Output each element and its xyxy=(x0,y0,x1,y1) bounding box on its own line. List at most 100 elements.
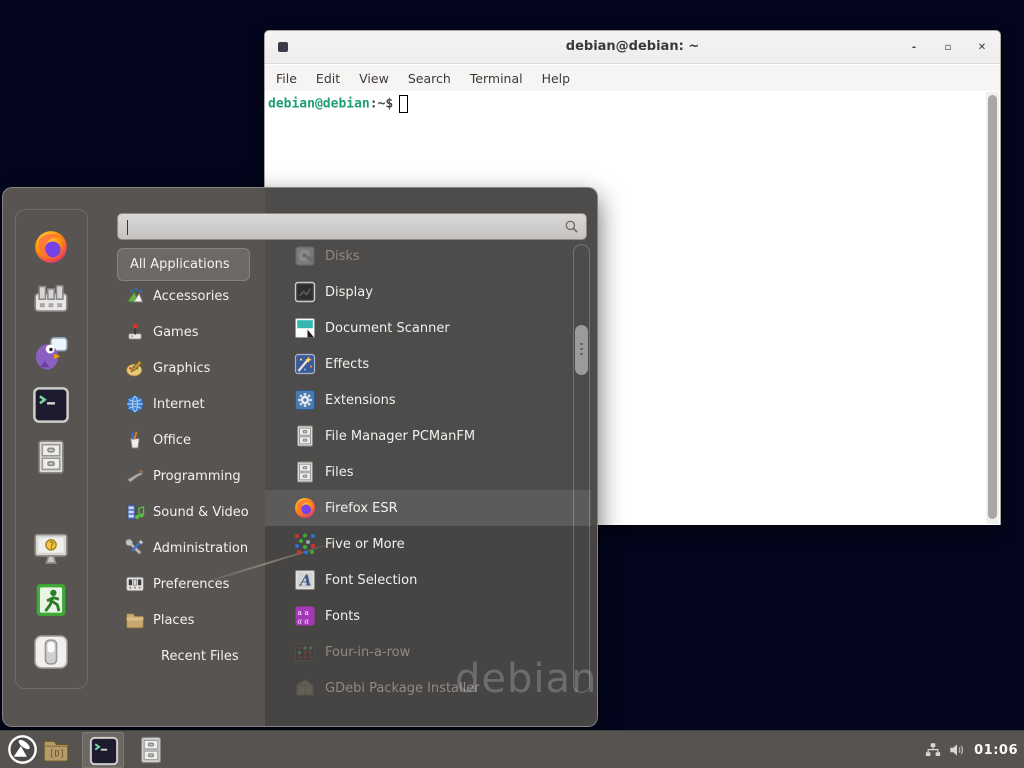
sound-video-icon xyxy=(125,502,145,522)
minimize-button[interactable]: - xyxy=(908,42,920,53)
category-sound-video[interactable]: Sound & Video xyxy=(115,494,267,530)
menu-help[interactable]: Help xyxy=(542,71,571,86)
window-controls: - ▫ ✕ xyxy=(908,31,988,64)
accessories-icon xyxy=(125,286,145,306)
app-item-file-manager-pcmanfm[interactable]: File Manager PCManFM xyxy=(265,418,591,454)
menu-edit[interactable]: Edit xyxy=(316,71,340,86)
clock[interactable]: 01:06 xyxy=(972,743,1020,758)
office-icon xyxy=(125,430,145,450)
close-button[interactable]: ✕ xyxy=(976,42,988,53)
search-caret xyxy=(127,220,128,235)
terminal-scrollbar-thumb[interactable] xyxy=(988,95,997,519)
file-manager-icon xyxy=(293,424,317,448)
system-tray: 01:06 xyxy=(924,731,1020,768)
firefox-icon xyxy=(293,496,317,520)
favorite-firefox-icon[interactable] xyxy=(32,228,70,266)
category-preferences[interactable]: Preferences xyxy=(115,566,267,602)
menu-search[interactable]: Search xyxy=(408,71,451,86)
maximize-button[interactable]: ▫ xyxy=(942,42,954,53)
application-menu: ? All Applications Accessories Games Gra… xyxy=(2,187,598,727)
four-in-a-row-icon xyxy=(293,640,317,664)
administration-icon xyxy=(125,538,145,558)
category-graphics[interactable]: Graphics xyxy=(115,350,267,386)
app-item-font-selection[interactable]: AFont Selection xyxy=(265,562,591,598)
app-item-gdebi-package-installer[interactable]: GDebi Package Installer xyxy=(265,670,591,706)
taskbar-terminal-icon xyxy=(89,736,119,766)
category-recent-files[interactable]: Recent Files xyxy=(115,638,267,674)
prompt-suffix: :~$ xyxy=(370,97,393,112)
favorite-control-center-icon[interactable] xyxy=(32,281,70,319)
terminal-titlebar[interactable]: debian@debian: ~ - ▫ ✕ xyxy=(265,31,1000,64)
application-list-scrollbar[interactable] xyxy=(573,244,590,693)
taskbar-terminal-task-active[interactable] xyxy=(82,732,124,768)
app-item-disks[interactable]: Disks xyxy=(265,238,591,274)
app-item-display[interactable]: Display xyxy=(265,274,591,310)
menu-file[interactable]: File xyxy=(276,71,297,86)
search-icon xyxy=(564,219,579,234)
volume-icon[interactable] xyxy=(948,741,966,759)
taskbar-file-manager-launcher[interactable] xyxy=(136,735,166,765)
app-item-fonts[interactable]: a aa aFonts xyxy=(265,598,591,634)
desktop: debian@debian: ~ - ▫ ✕ File Edit View Se… xyxy=(0,0,1024,768)
category-places[interactable]: Places xyxy=(115,602,267,638)
app-item-four-in-a-row[interactable]: Four-in-a-row xyxy=(265,634,591,670)
preferences-icon xyxy=(125,574,145,594)
svg-text:A: A xyxy=(298,572,312,590)
lock-screen-icon[interactable]: ? xyxy=(32,529,70,567)
shell-prompt: debian@debian:~$ xyxy=(268,95,408,113)
category-accessories[interactable]: Accessories xyxy=(115,278,267,314)
window-title: debian@debian: ~ xyxy=(265,39,1000,54)
five-or-more-icon xyxy=(293,532,317,556)
category-list: Accessories Games Graphics Internet Offi… xyxy=(115,278,267,674)
application-list: Disks Display Document Scanner Effects E… xyxy=(265,238,591,706)
files-icon xyxy=(293,460,317,484)
terminal-cursor xyxy=(399,95,408,113)
svg-text:a a: a a xyxy=(298,617,309,626)
extensions-icon xyxy=(293,388,317,412)
disks-icon xyxy=(293,244,317,268)
graphics-icon xyxy=(125,358,145,378)
app-item-extensions[interactable]: Extensions xyxy=(265,382,591,418)
fonts-icon: a aa a xyxy=(293,604,317,628)
category-all-applications[interactable]: All Applications xyxy=(117,248,250,281)
internet-icon xyxy=(125,394,145,414)
programming-icon xyxy=(125,466,145,486)
menu-view[interactable]: View xyxy=(359,71,389,86)
app-item-effects[interactable]: Effects xyxy=(265,346,591,382)
app-item-firefox-esr[interactable]: Firefox ESR xyxy=(265,490,591,526)
gdebi-icon xyxy=(293,676,317,700)
search-input[interactable] xyxy=(128,217,548,236)
taskbar-folder-launcher[interactable]: [D] xyxy=(41,735,71,765)
category-programming[interactable]: Programming xyxy=(115,458,267,494)
app-item-five-or-more[interactable]: Five or More xyxy=(265,526,591,562)
favorite-file-manager-icon[interactable] xyxy=(32,438,70,476)
document-scanner-icon xyxy=(293,316,317,340)
svg-text:[D]: [D] xyxy=(49,749,65,759)
network-icon[interactable] xyxy=(924,741,942,759)
start-menu-button[interactable] xyxy=(7,734,38,765)
taskbar: [D] 01:06 xyxy=(0,730,1024,768)
terminal-menubar: File Edit View Search Terminal Help xyxy=(265,65,1000,91)
app-item-document-scanner[interactable]: Document Scanner xyxy=(265,310,591,346)
prompt-user: debian@debian xyxy=(268,97,370,112)
category-games[interactable]: Games xyxy=(115,314,267,350)
display-icon xyxy=(293,280,317,304)
category-office[interactable]: Office xyxy=(115,422,267,458)
games-icon xyxy=(125,322,145,342)
terminal-scrollbar[interactable] xyxy=(986,92,999,524)
favorite-pidgin-icon[interactable] xyxy=(32,334,70,372)
category-administration[interactable]: Administration xyxy=(115,530,267,566)
category-internet[interactable]: Internet xyxy=(115,386,267,422)
shutdown-icon[interactable] xyxy=(32,633,70,671)
application-list-scrollbar-thumb[interactable] xyxy=(575,325,588,375)
favorite-terminal-icon[interactable] xyxy=(32,386,70,424)
search-box xyxy=(117,213,587,240)
menu-terminal[interactable]: Terminal xyxy=(470,71,523,86)
app-item-files[interactable]: Files xyxy=(265,454,591,490)
places-icon xyxy=(125,610,145,630)
svg-text:?: ? xyxy=(49,540,54,551)
effects-icon xyxy=(293,352,317,376)
logout-icon[interactable] xyxy=(32,581,70,619)
scrollbar-grip-dots xyxy=(580,343,583,345)
font-selection-icon: A xyxy=(293,568,317,592)
